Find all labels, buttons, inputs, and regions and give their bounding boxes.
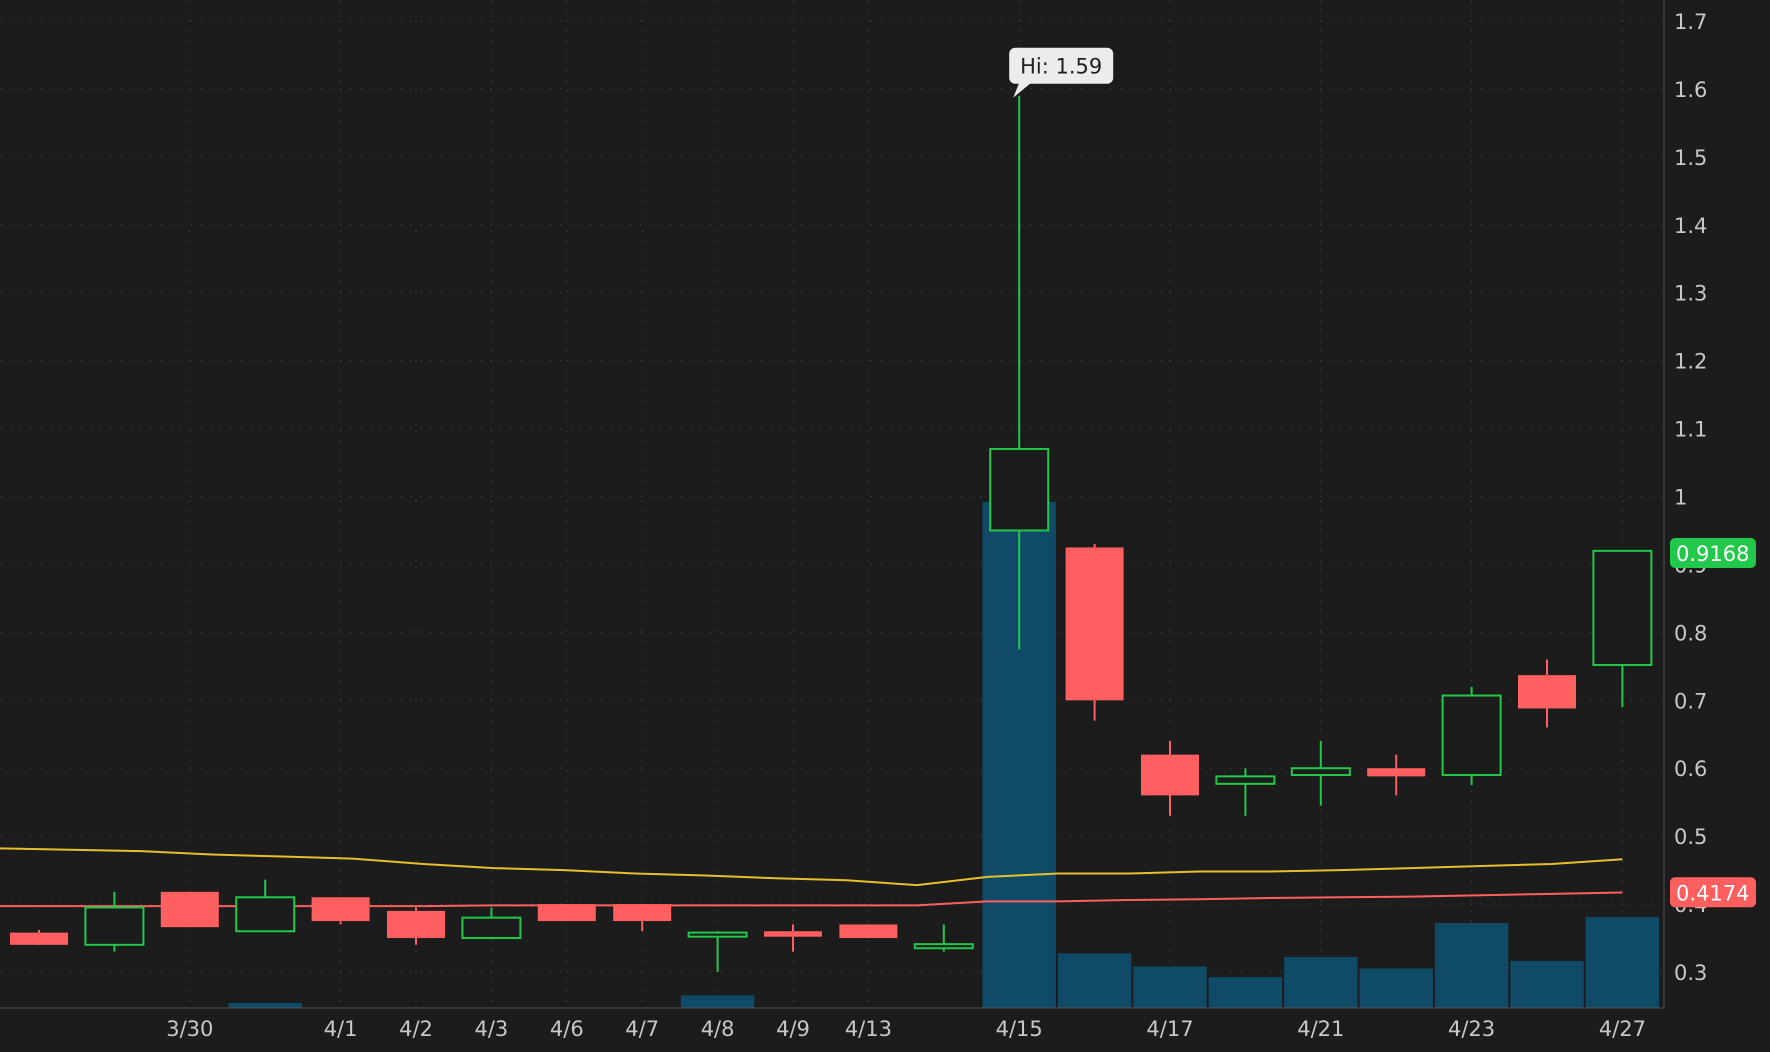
- candle[interactable]: [1065, 544, 1124, 721]
- candle[interactable]: [1518, 659, 1576, 728]
- volume-bar: [1057, 953, 1132, 1008]
- candle[interactable]: [311, 897, 370, 925]
- y-tick-label: 0.7: [1674, 689, 1707, 713]
- candle[interactable]: [160, 891, 219, 928]
- candle-body: [1290, 767, 1351, 777]
- candle-body: [1592, 549, 1653, 666]
- y-tick-label: 0.3: [1674, 961, 1707, 985]
- x-tick-label: 4/23: [1448, 1017, 1495, 1041]
- y-tick-label: 1.2: [1674, 350, 1707, 374]
- volume-bar: [1585, 916, 1660, 1008]
- candle-body: [1065, 547, 1124, 701]
- candle-body: [913, 943, 974, 950]
- x-tick-label: 4/1: [324, 1017, 358, 1041]
- y-tick-label: 1.3: [1674, 282, 1707, 306]
- candle-body: [613, 904, 672, 922]
- x-tick-label: 4/13: [845, 1017, 892, 1041]
- y-tick-label: 0.6: [1674, 757, 1707, 781]
- candle[interactable]: [613, 904, 672, 932]
- candle[interactable]: [839, 924, 898, 939]
- candle-body: [311, 897, 370, 922]
- callout-pointer: [1013, 82, 1032, 98]
- x-tick-label: 4/6: [550, 1017, 584, 1041]
- volume-bar: [1434, 922, 1509, 1008]
- x-tick-label: 4/9: [776, 1017, 810, 1041]
- candles-layer[interactable]: [10, 95, 1653, 972]
- candle[interactable]: [1141, 741, 1199, 816]
- price-badges: 0.9168 0.4174: [1670, 538, 1756, 908]
- y-tick-label: 1.5: [1674, 146, 1707, 170]
- candle-body: [387, 910, 445, 939]
- candle-body: [537, 904, 596, 922]
- candle-body: [10, 932, 68, 945]
- volume-bar: [228, 1002, 302, 1008]
- candle[interactable]: [1215, 768, 1276, 816]
- volume-bar: [1359, 968, 1433, 1008]
- x-tick-label: 4/8: [701, 1017, 735, 1041]
- candle-body: [687, 931, 748, 938]
- volume-bar: [1510, 960, 1584, 1008]
- callout-label: Hi: 1.59: [1020, 55, 1102, 79]
- x-tick-label: 4/2: [399, 1017, 433, 1041]
- candle[interactable]: [537, 904, 596, 922]
- x-tick-label: 3/30: [166, 1017, 213, 1041]
- y-tick-label: 1.4: [1674, 214, 1707, 238]
- y-tick-label: 1.7: [1674, 10, 1707, 34]
- candle[interactable]: [1367, 754, 1426, 796]
- candle-body: [235, 896, 296, 933]
- y-tick-label: 0.8: [1674, 621, 1707, 645]
- x-tick-label: 4/3: [475, 1017, 509, 1041]
- candle[interactable]: [687, 931, 748, 972]
- price-badge-label: 0.9168: [1676, 542, 1749, 566]
- volume-bar: [1284, 956, 1358, 1008]
- candle[interactable]: [1290, 741, 1351, 806]
- price-badge-label: 0.4174: [1676, 881, 1749, 905]
- candle-body: [839, 924, 898, 939]
- chart-canvas[interactable]: 0.30.40.50.60.70.80.911.11.21.31.41.51.6…: [0, 0, 1770, 1052]
- x-tick-label: 4/27: [1599, 1017, 1646, 1041]
- y-tick-label: 1.1: [1674, 418, 1707, 442]
- x-axis: 3/30 4/1 4/2 4/3 4/6 4/7 4/8 4/9 4/13 4/15 4/17 4/2…: [166, 1017, 1646, 1041]
- candle-body: [1141, 754, 1199, 796]
- candle-body: [461, 916, 522, 940]
- candle[interactable]: [764, 924, 822, 952]
- candle-body: [160, 891, 219, 928]
- price-chart[interactable]: 0.30.40.50.60.70.80.911.11.21.31.41.51.6…: [0, 0, 1770, 1052]
- price-badge: 0.4174: [1670, 877, 1756, 908]
- x-tick-label: 4/21: [1297, 1017, 1344, 1041]
- candle-body: [989, 447, 1050, 532]
- x-tick-label: 4/7: [625, 1017, 659, 1041]
- price-badge: 0.9168: [1670, 538, 1756, 569]
- candle-body: [1518, 675, 1576, 709]
- y-tick-label: 1: [1674, 486, 1687, 510]
- candle-body: [84, 906, 145, 946]
- x-tick-label: 4/17: [1146, 1017, 1193, 1041]
- candle[interactable]: [913, 924, 974, 952]
- high-callout: Hi: 1.59: [1009, 47, 1114, 98]
- candle[interactable]: [1441, 686, 1502, 786]
- candle[interactable]: [387, 907, 445, 945]
- volume-bar: [680, 995, 755, 1008]
- volume-bar: [1133, 966, 1207, 1008]
- candle[interactable]: [461, 907, 522, 940]
- y-axis: 0.30.40.50.60.70.80.911.11.21.31.41.51.6…: [1674, 10, 1707, 985]
- candle-body: [764, 931, 822, 937]
- grid-layer: [0, 0, 1664, 1008]
- y-tick-label: 1.6: [1674, 78, 1707, 102]
- candle[interactable]: [84, 891, 145, 952]
- volume-bar: [1208, 977, 1283, 1008]
- candle-body: [1367, 768, 1426, 777]
- x-tick-label: 4/15: [996, 1017, 1043, 1041]
- candle-body: [1215, 775, 1276, 785]
- candle[interactable]: [10, 929, 68, 945]
- candle-body: [1441, 694, 1502, 777]
- y-tick-label: 0.5: [1674, 825, 1707, 849]
- moving-average-line-yellow: [0, 847, 1623, 887]
- candle[interactable]: [235, 879, 296, 933]
- candle[interactable]: [1592, 549, 1653, 708]
